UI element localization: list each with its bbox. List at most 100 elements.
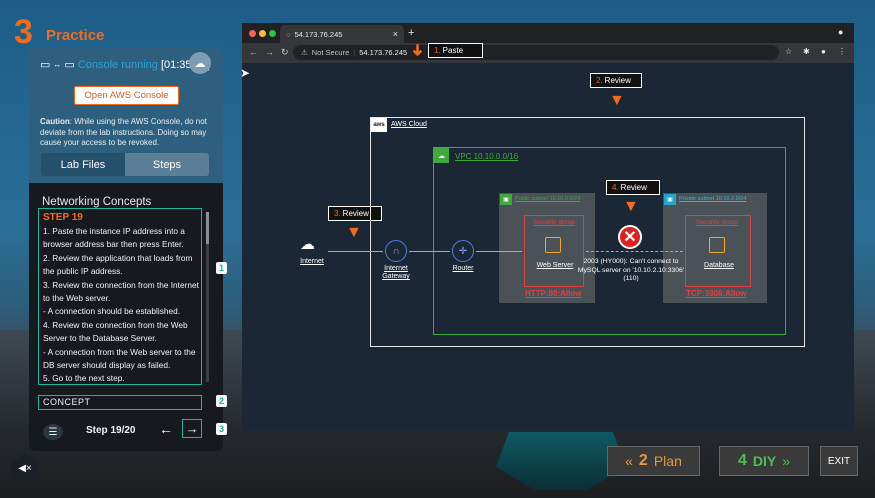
router-label: Router	[452, 265, 474, 272]
callout-number: 1.	[434, 46, 441, 55]
list-icon: ☰	[48, 426, 58, 438]
vpc-label: VPC 10.10.0.0/16	[455, 152, 519, 161]
rds-instance-icon	[709, 237, 725, 253]
console-status: Console running	[77, 58, 158, 71]
failed-connection-line	[586, 251, 683, 252]
callout-number: 3.	[334, 209, 341, 218]
page-title: Practice	[46, 27, 105, 44]
plan-button[interactable]: « 2 Plan	[607, 446, 700, 476]
close-window-dot[interactable]	[249, 30, 256, 37]
step-line: 3. Review the connection from the Intern…	[43, 279, 199, 304]
console-status-row: ▭ ↔ ▭ Console running [01:35:28]	[40, 58, 210, 72]
forward-icon[interactable]: →	[265, 47, 274, 57]
internet-label: Internet	[300, 258, 324, 265]
step-line: - A connection should be established.	[43, 306, 180, 317]
double-chevron-left-icon: «	[625, 453, 633, 469]
cloud-upload-button[interactable]: ☁	[189, 52, 211, 74]
browser-tab[interactable]: ◌ 54.173.76.245 ×	[280, 25, 404, 43]
back-icon[interactable]: ←	[249, 47, 258, 57]
tab-steps[interactable]: Steps	[125, 153, 209, 176]
diy-button[interactable]: 4 DIY »	[719, 446, 809, 476]
callout-paste: 1. Paste	[428, 43, 483, 58]
step-number-logo: 3	[14, 13, 33, 51]
browser-menu-dot-icon[interactable]: ●	[838, 27, 843, 37]
aws-logo-icon: aws	[371, 118, 387, 132]
bookmark-star-icon[interactable]: ☆	[785, 47, 792, 56]
minimize-window-dot[interactable]	[259, 30, 266, 37]
speaker-muted-icon: ◀×	[18, 462, 32, 474]
window-icon: ▭	[64, 59, 75, 71]
mouse-cursor-icon: ➤	[240, 66, 251, 80]
security-group-label: Security group	[696, 219, 738, 226]
callout-number: 2.	[596, 76, 603, 85]
connection-line	[328, 251, 383, 252]
private-subnet-label: Private subnet 10.10.2.0/24	[679, 196, 747, 202]
database-label: Database	[704, 262, 734, 269]
maximize-window-dot[interactable]	[269, 30, 276, 37]
callout-text: Paste	[442, 46, 464, 55]
close-tab-icon[interactable]: ×	[393, 29, 398, 39]
vpc-icon: ☁	[434, 148, 449, 163]
ec2-instance-icon	[545, 237, 561, 253]
lock-icon: ▣	[664, 194, 676, 205]
open-aws-console-button[interactable]: Open AWS Console	[74, 86, 179, 105]
arrow-down-icon: ▼	[609, 92, 625, 109]
internet-cloud-icon: ☁	[300, 236, 315, 253]
http-rule-label: HTTP:80:Allow	[525, 289, 582, 298]
panel-tabs: Lab Files Steps	[41, 153, 209, 176]
double-chevron-right-icon: »	[782, 453, 791, 469]
failed-connection-icon: ✕	[618, 225, 642, 249]
previous-step-button[interactable]: ←	[157, 420, 175, 438]
public-subnet-label: Public subnet 10.10.0.0/24	[515, 196, 581, 202]
extensions-icon[interactable]: ✱	[803, 47, 810, 56]
url-text: 54.173.76.245	[359, 48, 408, 57]
steps-scroll-thumb[interactable]	[206, 212, 209, 244]
callout-text: Review	[342, 209, 369, 218]
warning-icon: ⚠	[301, 48, 308, 57]
plan-label: Plan	[653, 453, 682, 469]
step-line: 1. Paste the instance IP address into a …	[43, 226, 185, 250]
lock-icon: ▣	[500, 194, 512, 205]
callout-arrow-icon: ➜	[408, 43, 426, 57]
step-heading: STEP 19	[43, 212, 83, 223]
security-group-label: Security group	[533, 219, 575, 226]
concept-section[interactable]: CONCEPT	[38, 395, 202, 410]
plan-number: 2	[638, 452, 648, 469]
step-instructions: 1. Paste the instance IP address into a …	[43, 225, 200, 386]
tab-lab-files[interactable]: Lab Files	[41, 153, 125, 176]
cloud-icon: ☁	[194, 57, 206, 70]
arrow-left-icon: ←	[159, 421, 173, 437]
step-line: 2. Review the application that loads fro…	[43, 252, 193, 277]
reload-icon[interactable]: ↻	[281, 47, 289, 58]
browser-tab-title: 54.173.76.245	[294, 29, 343, 39]
connection-line	[476, 251, 522, 252]
not-secure-label: Not Secure	[311, 48, 350, 57]
marker-3: 3	[216, 423, 227, 435]
step-line: 4. Review the connection from the Web Se…	[43, 319, 188, 344]
connection-line	[409, 251, 450, 252]
section-title: Networking Concepts	[42, 196, 152, 208]
step-list-button[interactable]: ☰	[43, 424, 63, 440]
exit-button[interactable]: EXIT	[820, 446, 858, 476]
address-bar[interactable]: ⚠ Not Secure | 54.173.76.245	[293, 45, 779, 60]
new-tab-button[interactable]: +	[408, 27, 414, 39]
step-counter: Step 19/20	[86, 425, 136, 436]
caution-label: Caution	[40, 117, 70, 126]
arrow-right-icon: →	[185, 421, 199, 436]
marker-1: 1	[216, 262, 227, 274]
browser-menu-icon[interactable]: ⋮	[838, 47, 846, 56]
router-icon: ✛	[452, 240, 474, 262]
diy-number: 4	[737, 452, 747, 469]
caution-message: Caution: While using the AWS Console, do…	[40, 117, 216, 149]
arrow-down-icon: ▼	[346, 224, 362, 241]
aws-cloud-label: AWS Cloud	[391, 121, 427, 128]
swap-icon: ↔	[53, 60, 62, 69]
marker-2: 2	[216, 395, 227, 407]
connection-error-text: 2003 (HY000): Can't connect to MySQL ser…	[577, 258, 685, 282]
step-line: 5. Go to the next step.	[43, 373, 125, 384]
profile-icon[interactable]: ●	[821, 47, 826, 56]
web-server-label: Web Server	[536, 262, 574, 269]
tcp-rule-label: TCP:3306:Allow	[686, 289, 747, 298]
next-step-button[interactable]: →	[182, 419, 202, 438]
internet-gateway-label: Internet Gateway	[382, 265, 410, 280]
